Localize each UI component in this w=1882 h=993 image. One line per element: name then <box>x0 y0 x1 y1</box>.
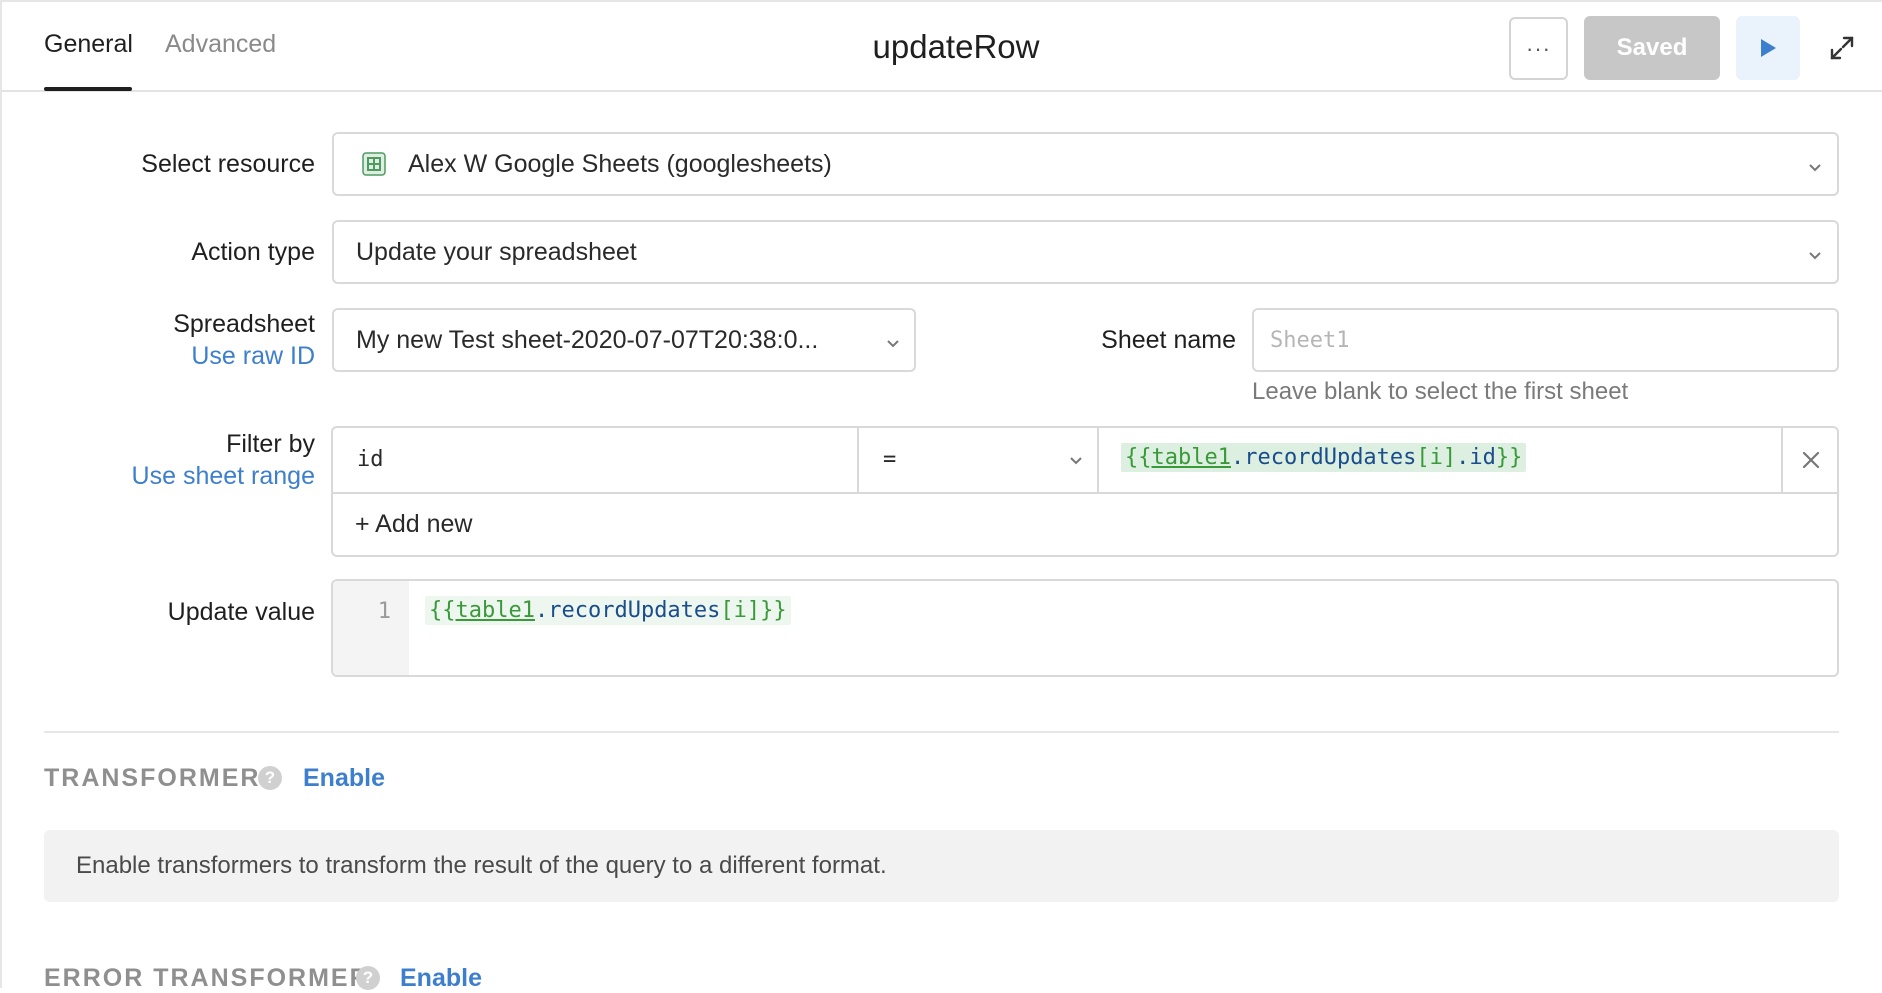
spreadsheet-value: My new Test sheet-2020-07-07T20:38:0... <box>356 326 819 354</box>
update-value-label: Update value <box>167 598 315 626</box>
active-tab-indicator <box>44 87 132 91</box>
enable-transformer-link[interactable]: Enable <box>303 764 385 793</box>
transformer-info-text: Enable transformers to transform the res… <box>76 852 887 879</box>
more-options-button[interactable]: ··· <box>1509 17 1568 80</box>
spreadsheet-label: Spreadsheet <box>173 310 315 338</box>
save-button[interactable]: Saved <box>1584 16 1720 80</box>
tab-advanced[interactable]: Advanced <box>165 30 276 59</box>
remove-filter-button[interactable] <box>1783 428 1839 492</box>
tab-general[interactable]: General <box>44 30 133 59</box>
enable-error-transformer-link[interactable]: Enable <box>400 964 482 993</box>
resource-select[interactable]: Alex W Google Sheets (googlesheets) <box>332 132 1839 196</box>
help-icon[interactable]: ? <box>258 766 282 790</box>
chevron-down-icon <box>1809 252 1821 260</box>
chevron-down-icon <box>887 340 899 348</box>
filter-value-expression: {{table1.recordUpdates[i].id}} <box>1121 443 1527 472</box>
action-type-select[interactable]: Update your spreadsheet <box>332 220 1839 284</box>
filter-key-input[interactable]: id <box>333 428 857 492</box>
filter-operator-value: = <box>883 447 897 472</box>
filter-value-input[interactable]: {{table1.recordUpdates[i].id}} <box>1099 428 1781 492</box>
filter-table: id = {{table1.recordUpdates[i].id}} + Ad… <box>331 426 1839 557</box>
help-icon[interactable]: ? <box>356 966 380 990</box>
filter-label: Filter by <box>226 430 315 458</box>
query-editor-panel: General Advanced updateRow ··· Saved Sel… <box>0 0 1882 992</box>
action-type-label: Action type <box>191 238 315 266</box>
action-type-value: Update your spreadsheet <box>356 238 637 266</box>
filter-operator-select[interactable]: = <box>859 428 1097 492</box>
play-icon <box>1761 39 1776 57</box>
spreadsheet-select[interactable]: My new Test sheet-2020-07-07T20:38:0... <box>332 308 916 372</box>
sheet-name-label: Sheet name <box>1101 326 1236 354</box>
chevron-down-icon <box>1070 457 1082 465</box>
resource-label: Select resource <box>141 150 315 178</box>
update-value-code: {{table1.recordUpdates[i]}} <box>425 596 791 625</box>
transformer-title: TRANSFORMER <box>44 764 261 792</box>
sheet-name-hint: Leave blank to select the first sheet <box>1252 378 1629 405</box>
line-number: 1 <box>377 599 391 624</box>
resource-value: Alex W Google Sheets (googlesheets) <box>408 150 832 178</box>
update-value-editor[interactable]: 1 {{table1.recordUpdates[i]}} <box>331 579 1839 677</box>
expand-button[interactable] <box>1824 30 1860 66</box>
expand-icon <box>1830 36 1854 60</box>
query-header: General Advanced updateRow ··· Saved <box>2 2 1882 92</box>
use-raw-id-link[interactable]: Use raw ID <box>98 342 315 371</box>
line-number-gutter: 1 <box>333 581 409 675</box>
run-query-button[interactable] <box>1736 16 1800 80</box>
close-icon <box>1802 451 1820 469</box>
sheet-name-input[interactable]: Sheet1 <box>1252 308 1839 372</box>
transformer-info-box: Enable transformers to transform the res… <box>44 830 1839 902</box>
filter-key-value: id <box>357 447 384 472</box>
sheet-name-placeholder: Sheet1 <box>1270 328 1350 353</box>
add-filter-button[interactable]: + Add new <box>355 510 472 539</box>
query-name[interactable]: updateRow <box>873 28 1040 65</box>
chevron-down-icon <box>1809 164 1821 172</box>
ellipsis-icon: ··· <box>1526 35 1551 61</box>
error-transformer-title: ERROR TRANSFORMER <box>44 964 370 992</box>
section-divider <box>44 731 1839 733</box>
google-sheets-icon <box>362 152 386 176</box>
use-sheet-range-link[interactable]: Use sheet range <box>98 462 315 491</box>
